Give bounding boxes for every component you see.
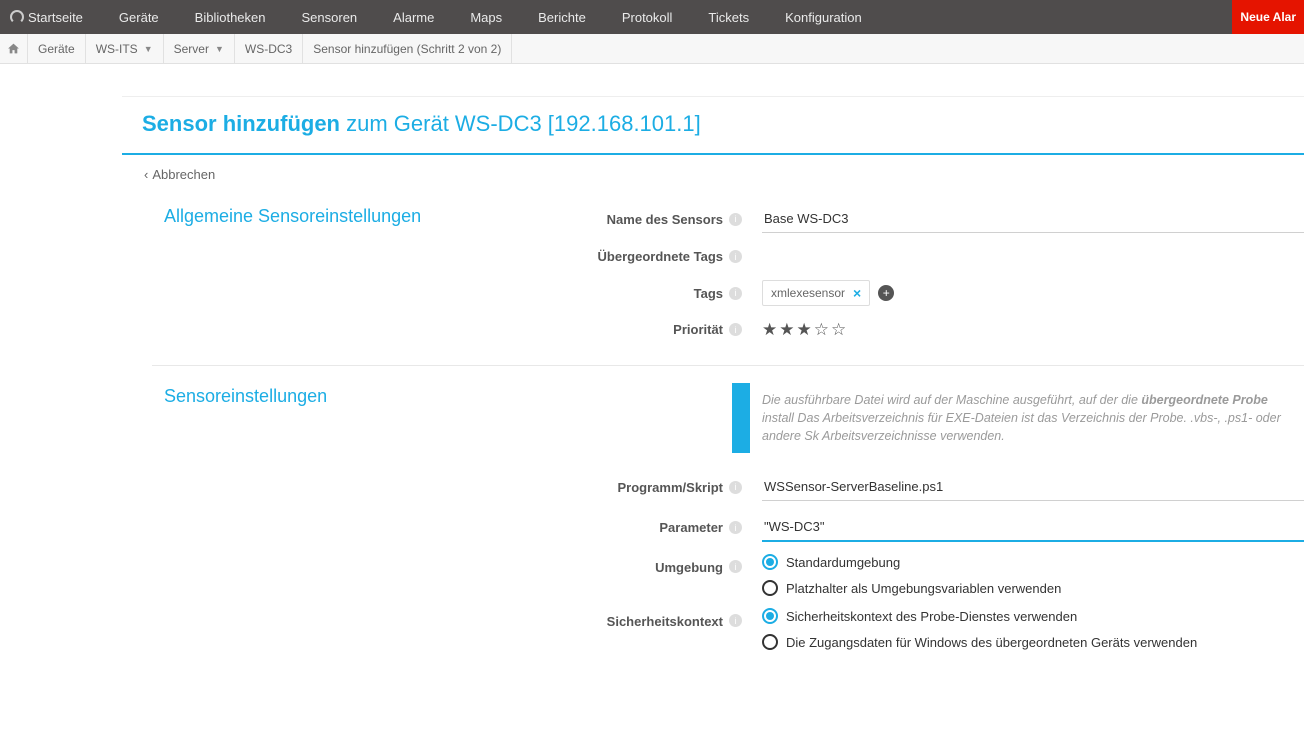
label-sensor-name: Name des Sensorsi bbox=[152, 199, 752, 239]
info-callout: Die ausführbare Datei wird auf der Masch… bbox=[732, 383, 1304, 453]
info-icon[interactable]: i bbox=[729, 521, 742, 534]
add-tag-button[interactable]: + bbox=[878, 285, 894, 301]
remove-tag-icon[interactable]: × bbox=[853, 285, 861, 301]
nav-maps[interactable]: Maps bbox=[452, 0, 520, 34]
security-radio-group: Sicherheitskontext des Probe-Dienstes ve… bbox=[762, 608, 1197, 650]
nav-devices[interactable]: Geräte bbox=[101, 0, 177, 34]
label-environment: Umgebungi bbox=[152, 548, 752, 602]
cancel-link[interactable]: ‹Abbrechen bbox=[122, 155, 1304, 194]
environment-radio-group: Standardumgebung Platzhalter als Umgebun… bbox=[762, 554, 1061, 596]
radio-icon bbox=[762, 634, 778, 650]
info-icon[interactable]: i bbox=[729, 287, 742, 300]
page-header: Sensor hinzufügen zum Gerät WS-DC3 [192.… bbox=[122, 97, 1304, 155]
nav-sensors[interactable]: Sensoren bbox=[284, 0, 376, 34]
info-icon[interactable]: i bbox=[729, 213, 742, 226]
nav-config[interactable]: Konfiguration bbox=[767, 0, 880, 34]
info-icon[interactable]: i bbox=[729, 250, 742, 263]
nav-label: Startseite bbox=[28, 10, 83, 25]
tag-chip: xmlexesensor × bbox=[762, 280, 870, 306]
label-script: Programm/Skripti bbox=[152, 467, 752, 507]
radio-env-default[interactable]: Standardumgebung bbox=[762, 554, 1061, 570]
top-nav: Startseite Geräte Bibliotheken Sensoren … bbox=[0, 0, 1304, 34]
breadcrumb-home[interactable] bbox=[0, 34, 28, 64]
label-security: Sicherheitskontexti bbox=[152, 602, 752, 656]
chevron-left-icon: ‹ bbox=[144, 167, 148, 182]
script-input[interactable] bbox=[762, 473, 1304, 501]
callout-accent bbox=[732, 383, 750, 453]
star-icon[interactable]: ☆ bbox=[814, 320, 829, 340]
nav-home[interactable]: Startseite bbox=[6, 0, 101, 34]
parameter-input[interactable] bbox=[762, 513, 1304, 542]
nav-alarms[interactable]: Alarme bbox=[375, 0, 452, 34]
divider bbox=[152, 365, 1304, 366]
radio-icon bbox=[762, 580, 778, 596]
page-title: Sensor hinzufügen zum Gerät WS-DC3 [192.… bbox=[142, 111, 1284, 137]
home-icon bbox=[7, 42, 20, 55]
star-icon[interactable]: ☆ bbox=[831, 320, 846, 340]
radio-icon bbox=[762, 554, 778, 570]
label-parameter: Parameteri bbox=[152, 507, 752, 548]
chevron-down-icon: ▼ bbox=[144, 44, 153, 54]
breadcrumb: Geräte WS-ITS▼ Server▼ WS-DC3 Sensor hin… bbox=[0, 34, 1304, 64]
label-tags: Tagsi bbox=[152, 274, 752, 312]
radio-icon bbox=[762, 608, 778, 624]
breadcrumb-current: Sensor hinzufügen (Schritt 2 von 2) bbox=[303, 34, 512, 64]
info-icon[interactable]: i bbox=[729, 323, 742, 336]
star-icon[interactable]: ★ bbox=[762, 320, 777, 340]
radio-env-placeholder[interactable]: Platzhalter als Umgebungsvariablen verwe… bbox=[762, 580, 1061, 596]
form-general: Name des Sensorsi Übergeordnete Tagsi Ta… bbox=[122, 199, 1304, 347]
parent-tags-value bbox=[752, 239, 1304, 274]
callout-text: Die ausführbare Datei wird auf der Masch… bbox=[750, 383, 1304, 453]
nav-tickets[interactable]: Tickets bbox=[690, 0, 767, 34]
star-icon[interactable]: ★ bbox=[797, 320, 812, 340]
form-sensor: Programm/Skripti Parameteri Umgebungi St… bbox=[122, 467, 1304, 656]
breadcrumb-item[interactable]: WS-DC3 bbox=[235, 34, 303, 64]
info-icon[interactable]: i bbox=[729, 560, 742, 573]
priority-stars[interactable]: ★ ★ ★ ☆ ☆ bbox=[762, 320, 846, 340]
star-icon[interactable]: ★ bbox=[779, 320, 794, 340]
sensor-name-input[interactable] bbox=[762, 205, 1304, 233]
breadcrumb-item[interactable]: WS-ITS▼ bbox=[86, 34, 164, 64]
logo-icon bbox=[10, 10, 24, 24]
label-priority: Prioritäti bbox=[152, 312, 752, 347]
info-icon[interactable]: i bbox=[729, 614, 742, 627]
nav-reports[interactable]: Berichte bbox=[520, 0, 604, 34]
page: Sensor hinzufügen zum Gerät WS-DC3 [192.… bbox=[122, 96, 1304, 696]
radio-sec-windows[interactable]: Die Zugangsdaten für Windows des übergeo… bbox=[762, 634, 1197, 650]
nav-log[interactable]: Protokoll bbox=[604, 0, 691, 34]
breadcrumb-item[interactable]: Server▼ bbox=[164, 34, 235, 64]
info-icon[interactable]: i bbox=[729, 481, 742, 494]
nav-libraries[interactable]: Bibliotheken bbox=[177, 0, 284, 34]
radio-sec-probe[interactable]: Sicherheitskontext des Probe-Dienstes ve… bbox=[762, 608, 1197, 624]
new-alarm-button[interactable]: Neue Alar bbox=[1232, 0, 1304, 34]
chevron-down-icon: ▼ bbox=[215, 44, 224, 54]
breadcrumb-item[interactable]: Geräte bbox=[28, 34, 86, 64]
label-parent-tags: Übergeordnete Tagsi bbox=[152, 239, 752, 274]
